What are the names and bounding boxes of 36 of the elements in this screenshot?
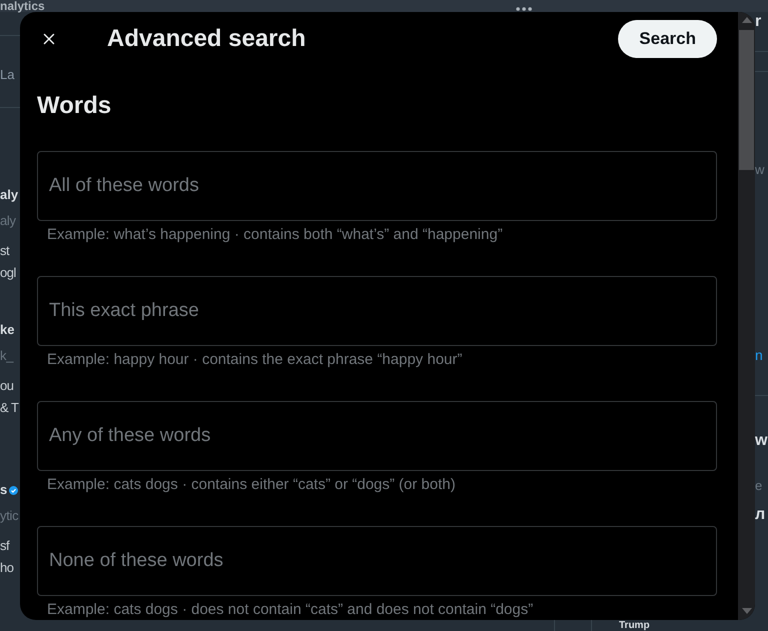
section-heading: Words <box>37 92 112 120</box>
trend-meta: w <box>755 161 764 179</box>
author-handle: k_ <box>0 347 14 365</box>
field-hint: Example: what’s happening · contains both “what’s” and “happening” <box>47 226 503 244</box>
author-name: ke <box>0 321 14 339</box>
search-button[interactable]: Search <box>618 20 717 58</box>
author-handle: ytic <box>0 507 18 525</box>
trend-title: Trump <box>619 620 650 631</box>
trend-title: w <box>755 431 768 451</box>
field-hint: Example: cats dogs · contains either “cats” or “dogs” (or both) <box>47 476 456 494</box>
post-text: & T <box>0 399 18 417</box>
author-name: s <box>0 481 8 499</box>
trend-link[interactable]: n <box>755 346 763 364</box>
scroll-down-arrow-icon[interactable] <box>742 608 752 614</box>
post-text: ou <box>0 377 14 395</box>
tab[interactable]: La <box>0 66 14 84</box>
input-field[interactable]: Any of these words <box>37 401 717 471</box>
trend-meta: e <box>755 477 762 495</box>
more-icon[interactable] <box>516 7 532 11</box>
scroll-up-arrow-icon[interactable] <box>742 17 752 23</box>
scrollbar-thumb[interactable] <box>739 30 754 170</box>
trend-title: л <box>755 505 766 525</box>
sidebar-heading: r <box>755 12 762 32</box>
input-field[interactable]: This exact phrase <box>37 276 717 346</box>
input-field[interactable]: All of these words <box>37 151 717 221</box>
post-text: ho <box>0 559 14 577</box>
input-field[interactable]: None of these words <box>37 526 717 596</box>
field-hint: Example: cats dogs · does not contain “cats” and does not contain “dogs” <box>47 601 534 619</box>
dialog-title: Advanced search <box>107 24 306 54</box>
author-handle: aly <box>0 212 16 230</box>
author-name: aly <box>0 186 18 204</box>
post-text: st <box>0 242 10 260</box>
page-title: nalytics <box>0 0 45 12</box>
post-text: ogl <box>0 264 16 282</box>
field-hint: Example: happy hour · contains the exact phrase “happy hour” <box>47 351 462 369</box>
post-text: sf <box>0 537 10 555</box>
